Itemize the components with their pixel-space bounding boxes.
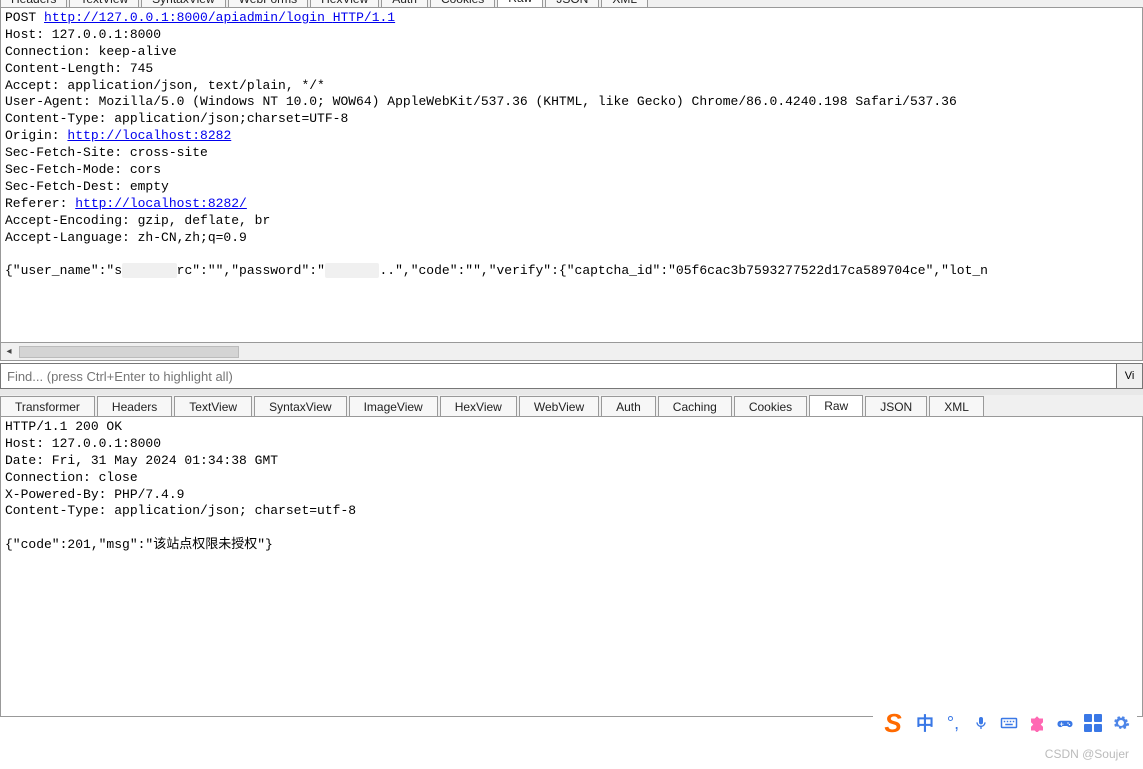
response-line: Connection: close [5, 470, 138, 485]
tab-json-resp[interactable]: JSON [865, 396, 927, 417]
request-header-line: Host: 127.0.0.1:8000 [5, 27, 161, 42]
tab-syntaxview-resp[interactable]: SyntaxView [254, 396, 346, 417]
request-header-line: Accept-Encoding: gzip, deflate, br [5, 213, 270, 228]
tab-auth[interactable]: Auth [381, 0, 428, 8]
request-header-line: Accept: application/json, text/plain, */… [5, 78, 325, 93]
redacted-text: xxxxxxx [325, 263, 380, 278]
ime-mic-icon[interactable] [971, 713, 991, 733]
request-header-line: Content-Type: application/json;charset=U… [5, 111, 348, 126]
scroll-thumb[interactable] [19, 346, 239, 358]
ime-keyboard-icon[interactable] [999, 713, 1019, 733]
tab-imageview[interactable]: ImageView [349, 396, 438, 417]
request-origin-label: Origin: [5, 128, 67, 143]
redacted-text: xxxx, s [122, 263, 177, 278]
tab-transformer[interactable]: Transformer [0, 396, 95, 417]
request-tab-bar: Headers TextView SyntaxView WebForms Hex… [0, 0, 1143, 8]
request-body: rc":"","password":" [177, 263, 325, 278]
find-input[interactable] [0, 363, 1117, 389]
ime-apps-icon[interactable] [1083, 713, 1103, 733]
request-hscrollbar[interactable]: ◂ [0, 343, 1143, 361]
request-url-link[interactable]: http://127.0.0.1:8000/apiadmin/login HTT… [44, 10, 395, 25]
tab-xml-resp[interactable]: XML [929, 396, 984, 417]
ime-lang-icon[interactable]: 中 [915, 713, 935, 733]
request-header-line: User-Agent: Mozilla/5.0 (Windows NT 10.0… [5, 94, 957, 109]
tab-hexview[interactable]: HexView [310, 0, 379, 8]
request-referer-label: Referer: [5, 196, 75, 211]
request-body: ..","code":"","verify":{"captcha_id":"05… [379, 263, 988, 278]
tab-json[interactable]: JSON [545, 0, 599, 8]
watermark: CSDN @Soujer [1045, 747, 1129, 761]
request-header-line: Sec-Fetch-Dest: empty [5, 179, 169, 194]
tab-raw[interactable]: Raw [497, 0, 543, 8]
request-header-line: Sec-Fetch-Mode: cors [5, 162, 161, 177]
tab-textview[interactable]: TextView [69, 0, 139, 8]
tab-cookies[interactable]: Cookies [430, 0, 495, 8]
response-line: Date: Fri, 31 May 2024 01:34:38 GMT [5, 453, 278, 468]
tab-hexview-resp[interactable]: HexView [440, 396, 517, 417]
tab-textview-resp[interactable]: TextView [174, 396, 252, 417]
response-line: Content-Type: application/json; charset=… [5, 503, 356, 518]
ime-settings-icon[interactable] [1111, 713, 1131, 733]
scroll-left-icon[interactable]: ◂ [1, 344, 17, 360]
request-header-line: Sec-Fetch-Site: cross-site [5, 145, 208, 160]
ime-skin-icon[interactable] [1027, 713, 1047, 733]
find-bar: Vi [0, 363, 1143, 389]
ime-punct-icon[interactable]: °, [943, 713, 963, 733]
tab-raw-resp[interactable]: Raw [809, 395, 863, 417]
response-line: X-Powered-By: PHP/7.4.9 [5, 487, 184, 502]
response-tab-bar: Transformer Headers TextView SyntaxView … [0, 395, 1143, 417]
request-body: {"user_name":"s [5, 263, 122, 278]
request-header-line: Accept-Language: zh-CN,zh;q=0.9 [5, 230, 247, 245]
tab-headers[interactable]: Headers [0, 0, 67, 8]
find-view-button[interactable]: Vi [1117, 363, 1143, 389]
tab-syntaxview[interactable]: SyntaxView [141, 0, 225, 8]
request-header-line: Connection: keep-alive [5, 44, 177, 59]
request-referer-link[interactable]: http://localhost:8282/ [75, 196, 247, 211]
request-raw-content[interactable]: POST http://127.0.0.1:8000/apiadmin/logi… [0, 8, 1143, 343]
response-line: HTTP/1.1 200 OK [5, 419, 122, 434]
tab-caching[interactable]: Caching [658, 396, 732, 417]
request-header-line: Content-Length: 745 [5, 61, 153, 76]
tab-webview[interactable]: WebView [519, 396, 599, 417]
response-raw-content[interactable]: HTTP/1.1 200 OK Host: 127.0.0.1:8000 Dat… [0, 417, 1143, 717]
ime-gamepad-icon[interactable] [1055, 713, 1075, 733]
tab-auth-resp[interactable]: Auth [601, 396, 656, 417]
tab-headers-resp[interactable]: Headers [97, 396, 172, 417]
tab-cookies-resp[interactable]: Cookies [734, 396, 807, 417]
tab-xml[interactable]: XML [601, 0, 648, 8]
response-line: {"code":201,"msg":"该站点权限未授权"} [5, 537, 273, 552]
response-line: Host: 127.0.0.1:8000 [5, 436, 161, 451]
tab-webforms[interactable]: WebForms [228, 0, 308, 8]
sogou-logo-icon[interactable]: S [879, 709, 907, 737]
request-method: POST [5, 10, 36, 25]
ime-toolbar: S 中 °, [873, 705, 1137, 741]
request-origin-link[interactable]: http://localhost:8282 [67, 128, 231, 143]
